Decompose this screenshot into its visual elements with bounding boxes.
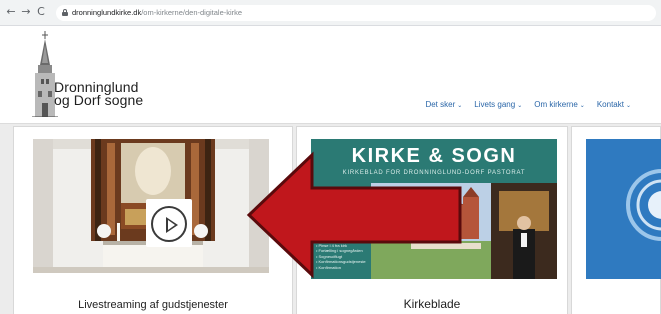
chevron-down-icon: ⌄ <box>579 102 585 109</box>
reload-icon[interactable]: C <box>35 6 47 18</box>
card-title-livestream[interactable]: Livestreaming af gudstjenester <box>14 299 292 311</box>
chevron-down-icon: ⌄ <box>517 102 523 109</box>
url-domain: dronninglundkirke.dk <box>72 8 142 17</box>
chevron-down-icon: ⌄ <box>457 102 463 109</box>
third-card[interactable] <box>571 126 661 314</box>
nav-item-om-kirkerne[interactable]: Om kirkerne ⌄ <box>534 100 585 109</box>
logo-line-2: og Dorf sogne <box>54 92 144 108</box>
address-bar[interactable]: dronninglundkirke.dk/om-kirkerne/den-dig… <box>56 5 656 21</box>
arrow-left-annotation-icon <box>246 151 462 279</box>
browser-toolbar: ← → C dronninglundkirke.dk/om-kirkerne/d… <box>0 0 661 26</box>
url-path: /om-kirkerne/den-digitale-kirke <box>141 8 243 17</box>
nav-item-det-sker[interactable]: Det sker ⌄ <box>425 100 462 109</box>
nav-label: Det sker <box>425 100 456 109</box>
nav-label: Om kirkerne <box>534 100 578 109</box>
blue-pattern-image <box>586 139 661 279</box>
blue-card-image[interactable] <box>586 139 661 279</box>
nav-item-kontakt[interactable]: Kontakt ⌄ <box>597 100 631 109</box>
card-title-kirkeblade[interactable]: Kirkeblade <box>297 297 567 311</box>
lock-icon <box>62 9 68 16</box>
site-logo[interactable]: Dronninglund og Dorf sogne <box>30 31 154 117</box>
back-arrow-icon[interactable]: ← <box>5 6 17 18</box>
main-navigation: Det sker ⌄ Livets gang ⌄ Om kirkerne ⌄ Kont… <box>425 100 631 109</box>
nav-label: Livets gang <box>474 100 516 109</box>
url-text: dronninglundkirke.dk/om-kirkerne/den-dig… <box>72 8 242 17</box>
forward-arrow-icon[interactable]: → <box>20 6 32 18</box>
logo-text: Dronninglund og Dorf sogne <box>54 80 144 108</box>
site-header: Dronninglund og Dorf sogne Det sker ⌄ Liv… <box>0 26 661 123</box>
altar-video-thumbnail[interactable] <box>33 139 269 273</box>
play-button[interactable] <box>146 199 192 247</box>
nav-item-livets-gang[interactable]: Livets gang ⌄ <box>474 100 522 109</box>
play-icon <box>151 206 187 242</box>
nav-label: Kontakt <box>596 100 624 109</box>
chevron-down-icon: ⌄ <box>625 102 631 109</box>
